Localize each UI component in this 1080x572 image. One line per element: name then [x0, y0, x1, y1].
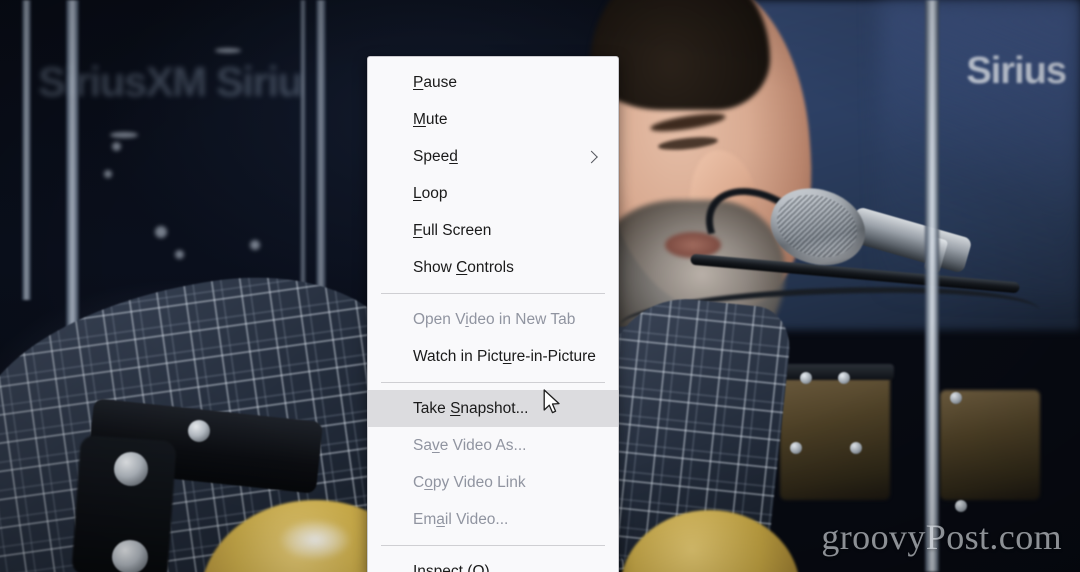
menu-item-label: Show Controls [413, 258, 514, 276]
menu-item-label: Save Video As... [413, 436, 527, 454]
light-fleck [175, 250, 184, 259]
drum [940, 390, 1040, 500]
menu-item-label: Copy Video Link [413, 473, 526, 491]
screenshot-root: SiriusXM Siriu Sirius groovyPost.com Pau… [0, 0, 1080, 572]
clamp-knob [112, 540, 148, 572]
menu-item-label: Email Video... [413, 510, 509, 528]
clamp-knob [114, 452, 148, 486]
site-watermark: groovyPost.com [821, 517, 1062, 557]
drum [780, 370, 890, 500]
menu-item-label: Take Snapshot... [413, 399, 529, 417]
glass-pillar [925, 0, 939, 572]
menu-separator [381, 382, 605, 383]
menu-item-label: Pause [413, 73, 457, 91]
light-fleck [155, 226, 167, 238]
menu-item-label: Watch in Picture-in-Picture [413, 347, 596, 365]
menu-item-email-video: Email Video... [368, 501, 618, 538]
menu-item-watch-in-picture-in-picture[interactable]: Watch in Picture-in-Picture [368, 338, 618, 375]
mouse-pointer [543, 389, 563, 417]
light-fleck [250, 240, 260, 250]
drum-rim [778, 364, 894, 380]
video-context-menu[interactable]: Pause Mute Speed Loop Full Screen Show Contro… [367, 56, 619, 572]
light-fleck [104, 170, 112, 178]
menu-item-show-controls[interactable]: Show Controls [368, 249, 618, 286]
menu-item-inspect-q[interactable]: Inspect (Q) [368, 553, 618, 572]
glass-pillar [316, 0, 326, 300]
menu-item-label: Inspect (Q) [413, 562, 490, 572]
clamp-knob [188, 420, 210, 442]
menu-item-take-snapshot[interactable]: Take Snapshot... [368, 390, 618, 427]
menu-item-label: Loop [413, 184, 448, 202]
menu-separator [381, 293, 605, 294]
drum-lug [838, 372, 850, 384]
menu-separator [381, 545, 605, 546]
menu-item-label: Full Screen [413, 221, 492, 239]
menu-item-open-video-in-new-tab: Open Video in New Tab [368, 301, 618, 338]
light-fleck [110, 132, 138, 138]
menu-item-speed[interactable]: Speed [368, 138, 618, 175]
light-fleck [112, 142, 121, 151]
menu-item-label: Mute [413, 110, 448, 128]
glass-pillar [22, 0, 31, 300]
drum-lug [800, 372, 812, 384]
menu-item-save-video-as: Save Video As... [368, 427, 618, 464]
menu-item-label: Open Video in New Tab [413, 310, 576, 328]
glass-pillar [300, 0, 306, 300]
drum-lug [850, 442, 862, 454]
siriusxm-logo-right: Sirius [966, 50, 1067, 92]
chevron-right-icon [585, 150, 598, 163]
menu-item-pause[interactable]: Pause [368, 64, 618, 101]
menu-item-full-screen[interactable]: Full Screen [368, 212, 618, 249]
menu-item-loop[interactable]: Loop [368, 175, 618, 212]
drum-lug [950, 392, 962, 404]
menu-item-copy-video-link: Copy Video Link [368, 464, 618, 501]
menu-item-label: Speed [413, 147, 458, 165]
drum-lug [955, 500, 967, 512]
drum-lug [790, 442, 802, 454]
guitar-highlight [280, 520, 350, 560]
menu-item-mute[interactable]: Mute [368, 101, 618, 138]
light-fleck [215, 48, 241, 53]
